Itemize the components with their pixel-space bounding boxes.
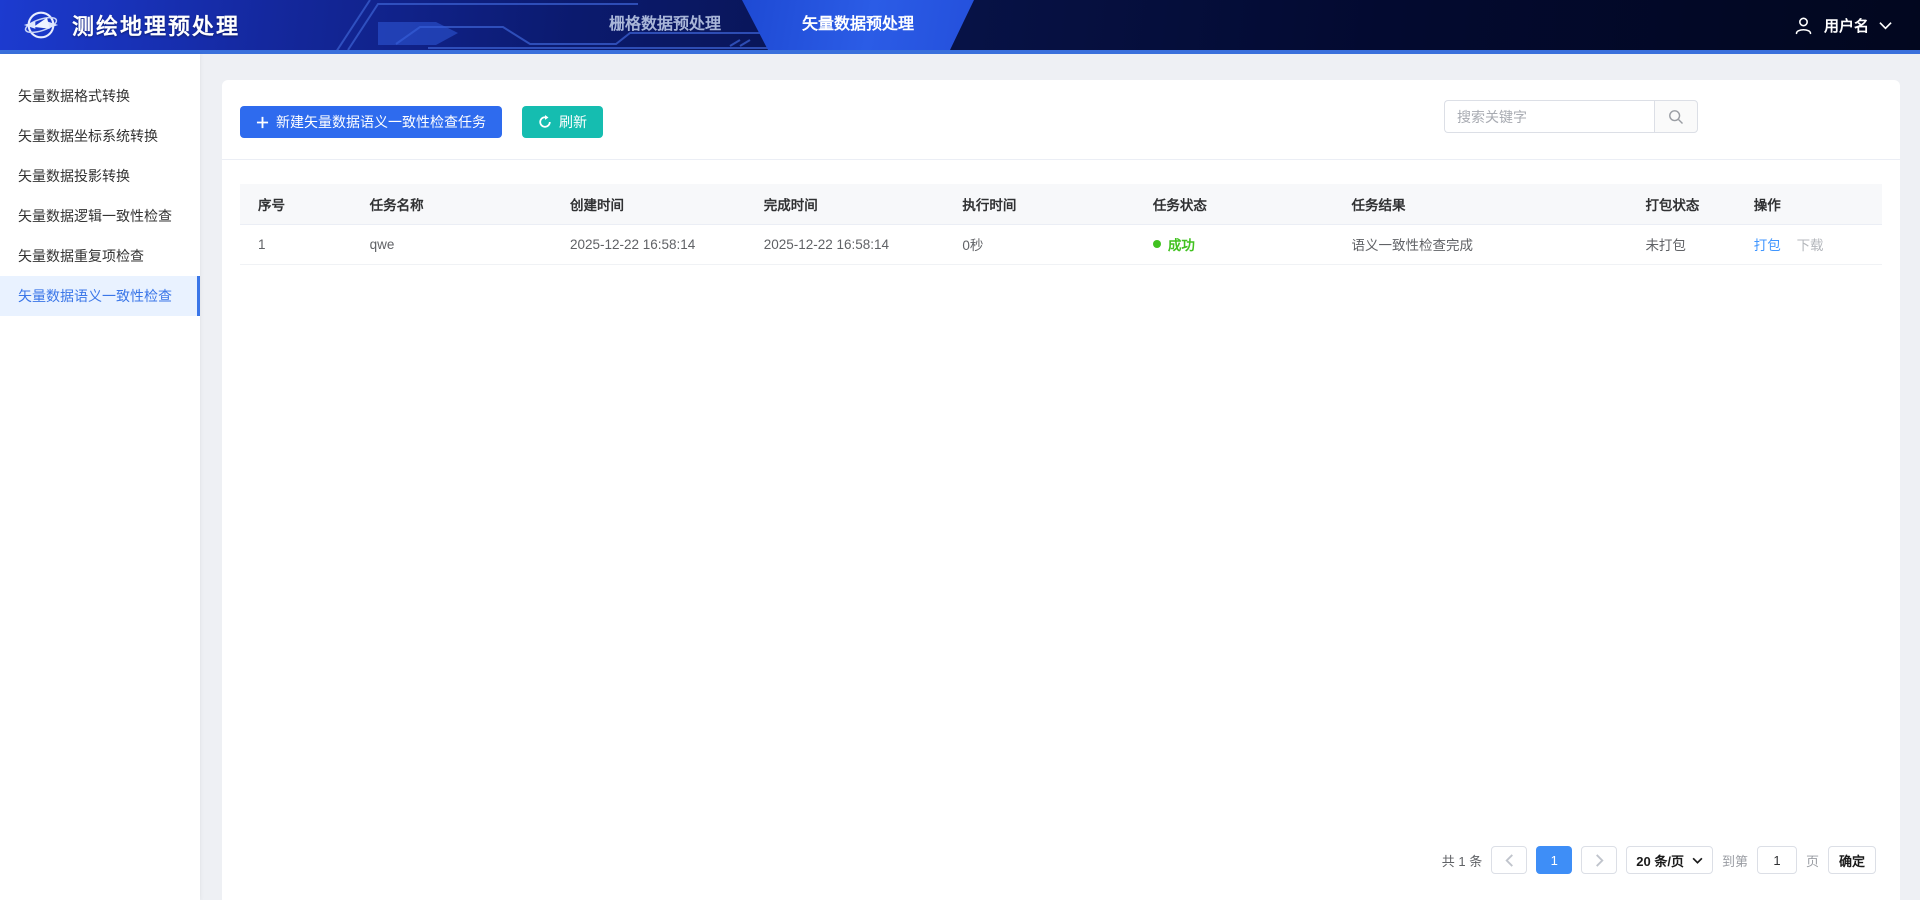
app-title: 测绘地理预处理 [72, 9, 240, 41]
brand: 测绘地理预处理 [22, 0, 240, 50]
col-task-name: 任务名称 [352, 184, 552, 224]
cell-duration: 0秒 [944, 224, 1134, 264]
refresh-icon [538, 115, 552, 129]
refresh-button-label: 刷新 [559, 112, 587, 132]
sidebar-item-projection-conversion[interactable]: 矢量数据投影转换 [0, 156, 200, 196]
user-name: 用户名 [1824, 15, 1869, 36]
goto-page-input[interactable] [1757, 846, 1797, 874]
col-actions: 操作 [1736, 184, 1882, 224]
goto-prefix-label: 到第 [1722, 851, 1748, 870]
new-task-button-label: 新建矢量数据语义一致性检查任务 [276, 112, 486, 132]
table-header-row: 序号 任务名称 创建时间 完成时间 执行时间 任务状态 任务结果 打包状态 操作 [240, 184, 1882, 224]
search-icon [1668, 109, 1684, 125]
sidebar-item-semantic-consistency-check[interactable]: 矢量数据语义一致性检查 [0, 276, 200, 316]
search-button[interactable] [1654, 100, 1698, 133]
cell-task-name: qwe [352, 224, 552, 264]
status-text: 成功 [1168, 234, 1195, 254]
refresh-button[interactable]: 刷新 [522, 106, 603, 138]
col-package-status: 打包状态 [1627, 184, 1735, 224]
goto-suffix-label: 页 [1806, 851, 1819, 870]
cell-result: 语义一致性检查完成 [1334, 224, 1628, 264]
content-card: 新建矢量数据语义一致性检查任务 刷新 [222, 80, 1900, 900]
search-box [1444, 100, 1698, 133]
package-action-link[interactable]: 打包 [1754, 238, 1781, 253]
prev-page-button[interactable] [1491, 846, 1527, 874]
col-index: 序号 [240, 184, 352, 224]
sidebar-item-format-conversion[interactable]: 矢量数据格式转换 [0, 76, 200, 116]
search-input[interactable] [1444, 100, 1654, 133]
sidebar-item-coordinate-system-conversion[interactable]: 矢量数据坐标系统转换 [0, 116, 200, 156]
user-icon [1793, 15, 1814, 36]
goto-confirm-button[interactable]: 确定 [1828, 846, 1876, 874]
app-logo-icon [22, 6, 60, 44]
cell-created-at: 2025-12-22 16:58:14 [552, 224, 746, 264]
next-page-button[interactable] [1581, 846, 1617, 874]
pagination-total: 共 1 条 [1442, 851, 1482, 870]
cell-finished-at: 2025-12-22 16:58:14 [746, 224, 945, 264]
page-size-label: 20 条/页 [1636, 851, 1684, 870]
select-caret-icon [1692, 857, 1703, 864]
chevron-right-icon [1595, 854, 1604, 867]
cell-actions: 打包 下载 [1736, 224, 1882, 264]
sidebar-nav: 矢量数据格式转换 矢量数据坐标系统转换 矢量数据投影转换 矢量数据逻辑一致性检查… [0, 54, 200, 900]
user-menu[interactable]: 用户名 [1793, 0, 1892, 50]
tab-vector-preprocessing[interactable]: 矢量数据预处理 [742, 0, 974, 50]
chevron-left-icon [1505, 854, 1514, 867]
col-created-at: 创建时间 [552, 184, 746, 224]
col-status: 任务状态 [1135, 184, 1334, 224]
cell-package-status: 未打包 [1627, 224, 1735, 264]
chevron-down-icon [1879, 21, 1892, 30]
new-task-button[interactable]: 新建矢量数据语义一致性检查任务 [240, 106, 502, 138]
col-result: 任务结果 [1334, 184, 1628, 224]
sidebar-item-logical-consistency-check[interactable]: 矢量数据逻辑一致性检查 [0, 196, 200, 236]
current-page-button[interactable]: 1 [1536, 846, 1572, 874]
toolbar-buttons: 新建矢量数据语义一致性检查任务 刷新 [240, 106, 603, 138]
pagination: 共 1 条 1 20 条/页 到第 页 确定 [1442, 846, 1876, 874]
table-row: 1 qwe 2025-12-22 16:58:14 2025-12-22 16:… [240, 224, 1882, 264]
col-duration: 执行时间 [944, 184, 1134, 224]
cell-index: 1 [240, 224, 352, 264]
cell-status: 成功 [1135, 224, 1334, 264]
download-action-link: 下载 [1797, 238, 1824, 253]
sidebar-item-duplicate-check[interactable]: 矢量数据重复项检查 [0, 236, 200, 276]
app-header: 测绘地理预处理 栅格数据预处理 矢量数据预处理 用户名 [0, 0, 1920, 54]
tab-raster-preprocessing[interactable]: 栅格数据预处理 [575, 0, 755, 50]
col-finished-at: 完成时间 [746, 184, 945, 224]
plus-icon [256, 116, 269, 129]
page-size-select[interactable]: 20 条/页 [1626, 846, 1713, 874]
status-dot-icon [1153, 240, 1161, 248]
task-table-wrap: 序号 任务名称 创建时间 完成时间 执行时间 任务状态 任务结果 打包状态 操作… [222, 160, 1900, 265]
toolbar: 新建矢量数据语义一致性检查任务 刷新 [222, 80, 1900, 160]
task-table: 序号 任务名称 创建时间 完成时间 执行时间 任务状态 任务结果 打包状态 操作… [240, 184, 1882, 265]
